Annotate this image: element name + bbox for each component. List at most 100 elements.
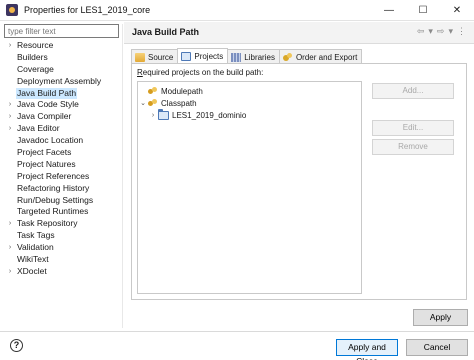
back-menu-chevron-icon[interactable]: ▾: [428, 26, 433, 37]
sidebar-item-java-build-path[interactable]: Java Build Path: [4, 87, 121, 100]
add-button[interactable]: Add...: [372, 83, 454, 99]
eclipse-app-icon: [6, 4, 18, 16]
sidebar-item-project-facets[interactable]: Project Facets: [4, 147, 121, 159]
sidebar-item-java-compiler[interactable]: › Java Compiler: [4, 111, 121, 123]
forward-arrow-icon[interactable]: ⇨: [437, 26, 445, 37]
chevron-down-icon[interactable]: ⌄: [138, 99, 148, 107]
tab-label: Libraries: [244, 52, 275, 62]
sidebar-item-wikitext[interactable]: WikiText: [4, 254, 121, 266]
filter-input[interactable]: [4, 24, 119, 38]
sidebar-item-label: Targeted Runtimes: [17, 206, 89, 217]
chevron-right-icon[interactable]: ›: [148, 112, 158, 119]
help-icon[interactable]: ?: [10, 339, 23, 352]
remove-button[interactable]: Remove: [372, 139, 454, 155]
tab-libraries[interactable]: Libraries: [227, 49, 280, 64]
sidebar-item-builders[interactable]: Builders: [4, 52, 121, 64]
libraries-icon: [231, 52, 242, 62]
sidebar-item-targeted-runtimes[interactable]: Targeted Runtimes: [4, 206, 121, 218]
sidebar-item-label: Javadoc Location: [17, 135, 84, 146]
sidebar-item-label: Task Repository: [17, 218, 78, 229]
chevron-right-icon[interactable]: ›: [4, 99, 16, 111]
sidebar-item-label: Project References: [17, 170, 90, 181]
sidebar-item-project-references[interactable]: Project References: [4, 171, 121, 183]
maximize-button[interactable]: ☐: [406, 0, 440, 21]
chevron-right-icon[interactable]: ›: [4, 123, 16, 135]
modulepath-icon: [148, 86, 158, 96]
tab-label: Source: [148, 52, 174, 62]
sidebar-item-label: Resource: [17, 40, 54, 50]
apply-button[interactable]: Apply: [413, 309, 468, 326]
sidebar-item-coverage[interactable]: Coverage: [4, 64, 121, 76]
required-projects-tree[interactable]: Modulepath ⌄ Classpath › LES1_2019_domin…: [137, 81, 362, 294]
sidebar-item-label: Validation: [17, 242, 54, 253]
sidebar-item-label: Java Code Style: [17, 99, 79, 110]
tree-item-modulepath[interactable]: Modulepath: [138, 85, 361, 97]
chevron-right-icon[interactable]: ›: [4, 218, 16, 230]
sidebar-item-validation[interactable]: › Validation: [4, 242, 121, 254]
sash-divider[interactable]: [122, 24, 123, 328]
sidebar-item-label: Java Editor: [17, 123, 60, 134]
sidebar-item-java-code-style[interactable]: › Java Code Style: [4, 99, 121, 111]
sidebar-item-label: Project Natures: [17, 158, 76, 169]
title-bar: Properties for LES1_2019_core — ☐ ✕: [0, 0, 474, 21]
view-menu-icon[interactable]: ⋮: [457, 26, 466, 37]
tab-source[interactable]: Source: [131, 49, 179, 64]
page-navigation: ⇦ ▾ ⇨ ▾ ⋮: [417, 26, 466, 37]
project-folder-icon: [158, 108, 169, 120]
required-projects-label: Required projects on the build path:: [137, 68, 263, 77]
build-path-tabs: Source Projects Libraries Order and Expo…: [131, 48, 363, 64]
sidebar-item-javadoc-location[interactable]: Javadoc Location: [4, 135, 121, 147]
cancel-button[interactable]: Cancel: [406, 339, 468, 356]
edit-button[interactable]: Edit...: [372, 120, 454, 136]
sidebar-item-label: Coverage: [17, 63, 54, 74]
tree-item-label: LES1_2019_dominio: [172, 110, 247, 120]
sidebar-item-label: Builders: [17, 51, 48, 62]
sidebar-item-label: Run/Debug Settings: [17, 194, 94, 205]
window-title: Properties for LES1_2019_core: [24, 5, 151, 15]
sidebar-item-label: Refactoring History: [17, 182, 90, 193]
classpath-icon: [148, 98, 158, 108]
tab-order-and-export[interactable]: Order and Export: [278, 49, 363, 64]
tab-label: Projects: [194, 52, 224, 61]
sidebar-item-deployment-assembly[interactable]: Deployment Assembly: [4, 76, 121, 88]
order-export-icon: [282, 52, 293, 62]
chevron-right-icon[interactable]: ›: [4, 242, 16, 254]
minimize-button[interactable]: —: [372, 0, 406, 21]
sidebar-item-xdoclet[interactable]: › XDoclet: [4, 266, 121, 278]
sidebar-item-project-natures[interactable]: Project Natures: [4, 159, 121, 171]
sidebar-item-label: Deployment Assembly: [17, 75, 102, 86]
tree-item-classpath[interactable]: ⌄ Classpath: [138, 97, 361, 109]
tab-projects[interactable]: Projects: [177, 48, 229, 64]
footer-divider: [0, 331, 474, 332]
sidebar-item-refactoring-history[interactable]: Refactoring History: [4, 183, 121, 195]
tree-item-label: Classpath: [161, 98, 197, 108]
back-arrow-icon[interactable]: ⇦: [417, 26, 425, 37]
page-title: Java Build Path: [132, 27, 200, 37]
label-text: equired projects on the build path:: [142, 68, 264, 77]
sidebar-item-label: Task Tags: [17, 230, 55, 241]
sidebar-item-java-editor[interactable]: › Java Editor: [4, 123, 121, 135]
sidebar-item-task-tags[interactable]: Task Tags: [4, 230, 121, 242]
chevron-right-icon[interactable]: ›: [4, 111, 16, 123]
page-header: Java Build Path ⇦ ▾ ⇨ ▾ ⋮: [124, 22, 474, 44]
preference-tree: › Resource Builders Coverage Deployment Asse…: [4, 40, 121, 278]
sidebar-item-label: WikiText: [17, 254, 49, 265]
project-action-buttons: Add... Edit... Remove: [372, 83, 454, 161]
chevron-right-icon[interactable]: ›: [4, 266, 16, 278]
sidebar-item-label: Project Facets: [17, 147, 72, 158]
apply-and-close-button[interactable]: Apply and Close: [336, 339, 398, 360]
sidebar-item-label: Java Build Path: [16, 87, 78, 100]
window-controls: — ☐ ✕: [372, 0, 474, 21]
source-folder-icon: [135, 52, 145, 62]
sidebar-item-task-repository[interactable]: › Task Repository: [4, 218, 121, 230]
close-button[interactable]: ✕: [440, 0, 474, 21]
forward-menu-chevron-icon[interactable]: ▾: [448, 26, 453, 37]
sidebar-item-label: Java Compiler: [17, 111, 72, 122]
sidebar: ›ResourceBuildersCoverageDeployment Asse…: [4, 24, 121, 328]
sidebar-item-run-debug-settings[interactable]: Run/Debug Settings: [4, 195, 121, 207]
projects-icon: [181, 52, 192, 61]
chevron-right-icon[interactable]: ›: [4, 40, 16, 52]
tree-item-project[interactable]: › LES1_2019_dominio: [138, 108, 361, 121]
sidebar-item-resource[interactable]: › Resource: [4, 40, 121, 52]
sidebar-item-label: XDoclet: [17, 265, 47, 276]
